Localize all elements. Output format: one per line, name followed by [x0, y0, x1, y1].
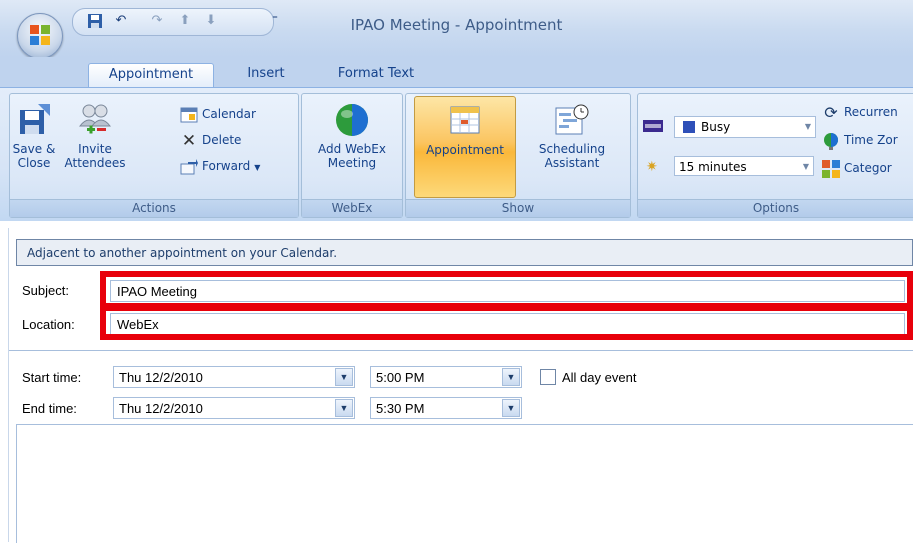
calendar-button[interactable]: Calendar — [180, 104, 256, 124]
group-label-options: Options — [638, 199, 913, 217]
group-label-show: Show — [406, 199, 630, 217]
appointment-body-editor[interactable] — [16, 424, 913, 543]
form-left-edge — [8, 228, 9, 542]
add-webex-label: Add WebEx Meeting — [318, 142, 386, 170]
end-date-select[interactable]: Thu 12/2/2010 ▼ — [113, 397, 355, 419]
end-time-label: End time: — [22, 401, 77, 416]
location-label: Location: — [22, 317, 75, 332]
categorize-button[interactable]: Categor — [822, 158, 892, 178]
save-close-label: Save & Close — [12, 142, 56, 170]
subject-input[interactable]: IPAO Meeting — [110, 280, 905, 302]
group-actions: Save & Close Invite Attendees Calendar ✕… — [9, 93, 299, 218]
ribbon-tabs: Appointment Insert Format Text — [0, 57, 913, 88]
all-day-label: All day event — [562, 370, 637, 385]
location-input[interactable]: WebEx — [110, 313, 905, 335]
show-as-icon — [643, 120, 663, 132]
reminder-bell-icon: ✷ — [646, 159, 658, 175]
group-label-webex: WebEx — [302, 199, 402, 217]
time-zones-label: Time Zor — [844, 133, 898, 147]
forward-button[interactable]: Forward ▼ — [180, 156, 260, 176]
forward-dropdown-icon: ▼ — [254, 163, 261, 172]
group-label-actions: Actions — [10, 199, 298, 217]
delete-label: Delete — [202, 133, 242, 147]
window-title: IPAO Meeting - Appointment — [350, 16, 563, 34]
recurrence-button[interactable]: ⟳ Recurren — [822, 102, 898, 122]
end-time-value: 5:30 PM — [376, 401, 425, 416]
recurrence-icon: ⟳ — [824, 102, 838, 122]
recurrence-label: Recurren — [844, 105, 898, 119]
show-as-dropdown-icon[interactable]: ▼ — [801, 117, 815, 137]
title-bar: ↶ ↷ ⬆ ⬇ ⁼ IPAO Meeting - Appointment — [0, 0, 913, 59]
end-time-select[interactable]: 5:30 PM ▼ — [370, 397, 522, 419]
save-close-button[interactable]: Save & Close — [12, 102, 56, 170]
delete-button[interactable]: ✕ Delete — [180, 130, 242, 151]
start-time-value: 5:00 PM — [376, 370, 425, 385]
group-options: Busy ▼ ✷ 15 minutes ▼ ⟳ Recurren Time Zor… — [637, 93, 913, 218]
show-as-combo[interactable]: Busy ▼ — [674, 116, 816, 138]
time-zones-icon — [822, 132, 840, 150]
group-show: Appointment Scheduling Assistant Show — [405, 93, 631, 218]
group-webex: Add WebEx Meeting WebEx — [301, 93, 403, 218]
scheduling-assistant-icon — [554, 102, 590, 138]
start-date-value: Thu 12/2/2010 — [119, 370, 203, 385]
reminder-value: 15 minutes — [679, 160, 747, 174]
calendar-label: Calendar — [202, 107, 256, 121]
appointment-view-button[interactable]: Appointment — [414, 96, 516, 198]
categorize-label: Categor — [844, 161, 892, 175]
start-date-dropdown-icon[interactable]: ▼ — [335, 368, 353, 386]
categorize-icon — [822, 159, 840, 178]
forward-icon — [180, 158, 198, 176]
time-zones-button[interactable]: Time Zor — [822, 130, 898, 150]
reminder-dropdown-icon[interactable]: ▼ — [799, 157, 813, 177]
webex-globe-icon — [334, 102, 370, 138]
end-date-dropdown-icon[interactable]: ▼ — [335, 399, 353, 417]
invite-attendees-button[interactable]: Invite Attendees — [60, 102, 130, 170]
appointment-view-label: Appointment — [426, 143, 504, 157]
add-webex-meeting-button[interactable]: Add WebEx Meeting — [306, 102, 398, 170]
tab-insert[interactable]: Insert — [236, 63, 296, 87]
calendar-icon — [180, 106, 198, 124]
invite-attendees-label: Invite Attendees — [64, 142, 126, 170]
tab-format-text[interactable]: Format Text — [326, 63, 426, 87]
scheduling-assistant-label: Scheduling Assistant — [538, 142, 606, 170]
start-date-select[interactable]: Thu 12/2/2010 ▼ — [113, 366, 355, 388]
save-close-icon — [16, 102, 52, 138]
form-divider — [9, 350, 913, 351]
ribbon: Save & Close Invite Attendees Calendar ✕… — [0, 87, 913, 221]
scheduling-assistant-button[interactable]: Scheduling Assistant — [520, 102, 624, 170]
all-day-checkbox[interactable] — [540, 369, 556, 385]
busy-swatch-icon — [683, 121, 695, 133]
tab-appointment[interactable]: Appointment — [88, 63, 214, 88]
delete-icon: ✕ — [181, 130, 197, 151]
subject-label: Subject: — [22, 283, 69, 298]
info-bar: Adjacent to another appointment on your … — [16, 239, 913, 266]
end-time-dropdown-icon[interactable]: ▼ — [502, 399, 520, 417]
invite-attendees-icon — [77, 102, 113, 138]
forward-label: Forward — [202, 159, 251, 173]
start-time-dropdown-icon[interactable]: ▼ — [502, 368, 520, 386]
appointment-icon — [447, 103, 483, 139]
reminder-combo[interactable]: 15 minutes ▼ — [674, 156, 814, 176]
end-date-value: Thu 12/2/2010 — [119, 401, 203, 416]
start-time-select[interactable]: 5:00 PM ▼ — [370, 366, 522, 388]
show-as-value: Busy — [701, 120, 731, 134]
start-time-label: Start time: — [22, 370, 82, 385]
